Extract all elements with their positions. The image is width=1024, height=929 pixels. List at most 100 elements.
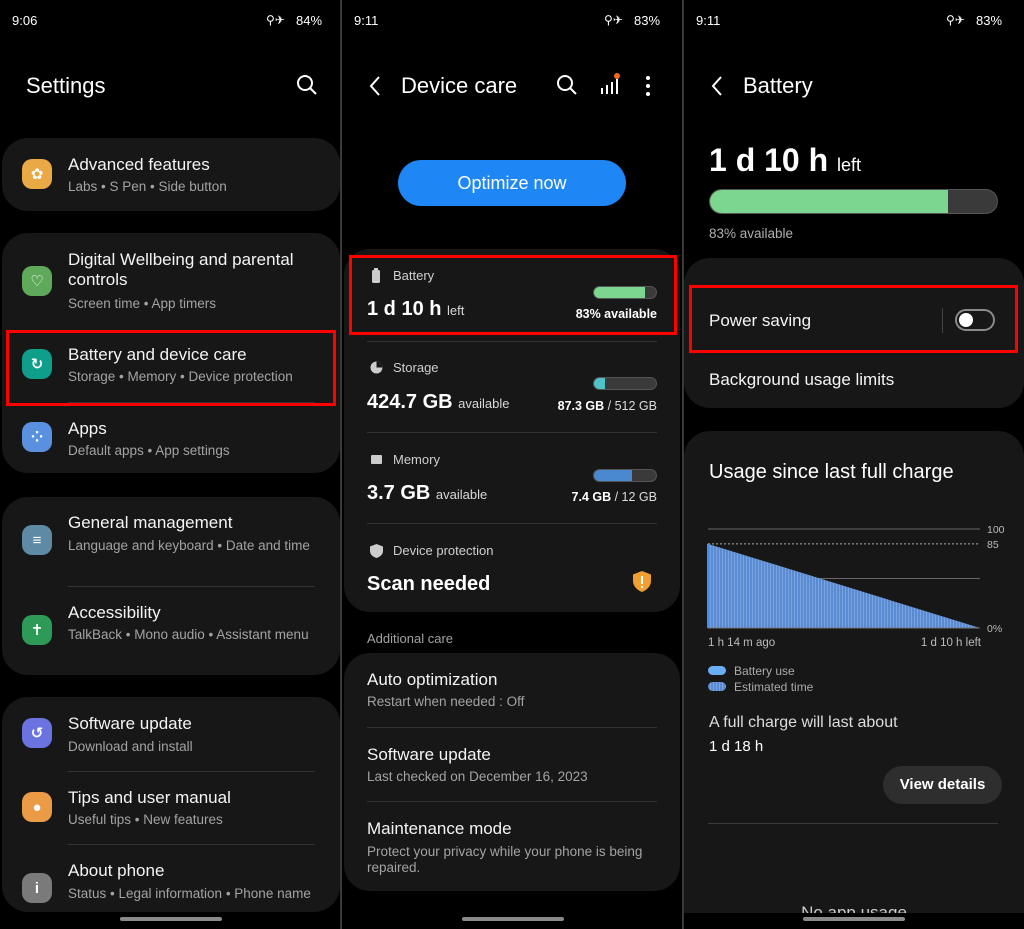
more-options-icon[interactable] — [644, 75, 652, 97]
full-charge-label: A full charge will last about — [709, 714, 898, 731]
home-indicator[interactable] — [120, 917, 222, 921]
y-tick-label: 85 — [987, 539, 999, 551]
status-battery: 83% — [976, 13, 1003, 28]
care-item-title: Software update — [367, 745, 491, 764]
item-subtitle: Useful tips • New features — [68, 812, 223, 827]
back-icon[interactable] — [710, 75, 724, 97]
memory-icon — [371, 455, 382, 464]
care-item-title: Auto optimization — [367, 670, 498, 689]
settings-screen: 9:06 ⚲✈ 84% Settings ✿ Advanced features… — [0, 0, 341, 929]
item-title: Tips and user manual — [68, 788, 231, 807]
diagnostics-icon[interactable] — [600, 72, 620, 96]
nav-bar — [684, 913, 1024, 929]
accessibility-icon: ✝ — [22, 615, 52, 645]
divider — [367, 432, 657, 433]
page-title: Battery — [743, 73, 813, 98]
battery-remaining: 1 d 10 h left — [709, 142, 862, 178]
lightbulb-icon: ● — [22, 792, 52, 822]
legend-estimated-time: Estimated time — [734, 680, 814, 694]
care-item-title: Maintenance mode — [367, 819, 512, 838]
item-subtitle: Screen time • App timers — [68, 296, 217, 311]
status-time: 9:06 — [12, 13, 38, 28]
device-care-screen: 9:11 ⚲✈ 83% Device care Optimize now Bat… — [342, 0, 682, 929]
item-title: Software update — [68, 714, 192, 733]
legend-battery-use: Battery use — [734, 664, 795, 678]
care-item-subtitle: Last checked on December 16, 2023 — [367, 769, 588, 784]
y-tick-label: 0% — [987, 623, 1002, 635]
back-icon[interactable] — [368, 75, 382, 97]
search-icon[interactable] — [556, 74, 578, 96]
highlight-box — [689, 285, 1018, 353]
item-title: Accessibility — [68, 603, 161, 622]
home-indicator[interactable] — [803, 917, 905, 921]
background-usage-limits[interactable]: Background usage limits — [709, 370, 894, 390]
divider — [708, 823, 998, 824]
divider — [367, 341, 657, 342]
care-item-subtitle: Protect your privacy while your phone is… — [367, 844, 643, 875]
care-item-subtitle: Restart when needed : Off — [367, 694, 525, 709]
search-icon[interactable] — [296, 74, 318, 96]
info-icon: i — [22, 873, 52, 903]
item-subtitle: Default apps • App settings — [68, 443, 230, 458]
sliders-icon: ≡ — [22, 525, 52, 555]
device-protection-label: Device protection — [393, 543, 494, 558]
y-tick-label: 100 — [987, 524, 1005, 536]
status-icons: ⚲✈ — [604, 13, 623, 27]
status-icons: ⚲✈ — [266, 13, 285, 27]
status-time: 9:11 — [354, 13, 379, 28]
battery-screen: 9:11 ⚲✈ 83% Battery 1 d 10 h left 83% av… — [684, 0, 1024, 929]
item-title: About phone — [68, 861, 165, 880]
memory-bar — [593, 469, 657, 482]
divider — [367, 801, 657, 802]
memory-value: 3.7 GB available — [367, 482, 488, 504]
storage-value: 424.7 GB available — [367, 391, 510, 413]
optimize-now-button[interactable]: Optimize now — [398, 160, 626, 206]
estimated-time-area — [708, 543, 980, 628]
advanced-features-icon: ✿ — [22, 159, 52, 189]
legend-estimated-swatch — [708, 682, 726, 691]
warning-shield-icon — [633, 571, 651, 592]
legend-battery-use-swatch — [708, 666, 726, 675]
status-time: 9:11 — [696, 13, 721, 28]
divider — [68, 771, 315, 772]
view-details-button[interactable]: View details — [883, 766, 1002, 804]
item-subtitle: Language and keyboard • Date and time — [68, 538, 310, 553]
storage-detail: 87.3 GB / 512 GB — [557, 399, 657, 413]
storage-bar — [593, 377, 657, 390]
item-title: Digital Wellbeing and parental controls — [68, 250, 294, 289]
item-subtitle: Labs • S Pen • Side button — [68, 179, 227, 194]
usage-title: Usage since last full charge — [709, 461, 954, 483]
status-icons: ⚲✈ — [946, 13, 965, 27]
home-indicator[interactable] — [462, 917, 564, 921]
status-battery: 83% — [634, 13, 661, 28]
divider — [68, 844, 315, 845]
item-title: Apps — [68, 419, 107, 438]
x-label-start: 1 h 14 m ago — [708, 637, 775, 649]
highlight-box — [349, 255, 677, 335]
memory-detail: 7.4 GB / 12 GB — [571, 490, 657, 504]
divider — [68, 586, 315, 587]
item-subtitle: Status • Legal information • Phone name — [68, 886, 311, 901]
page-title: Settings — [26, 73, 106, 98]
shield-icon — [370, 544, 383, 558]
storage-label: Storage — [393, 360, 439, 375]
item-title: Advanced features — [68, 155, 210, 174]
device-protection-value: Scan needed — [367, 573, 491, 595]
item-title: General management — [68, 513, 233, 532]
storage-icon — [370, 361, 383, 374]
item-subtitle: TalkBack • Mono audio • Assistant menu — [68, 627, 309, 642]
memory-label: Memory — [393, 452, 440, 467]
highlight-box — [6, 330, 336, 406]
software-update-icon: ↺ — [22, 718, 52, 748]
apps-icon: ⁘ — [22, 422, 52, 452]
divider — [367, 727, 657, 728]
additional-care-heading: Additional care — [367, 631, 453, 646]
full-charge-value: 1 d 18 h — [709, 738, 764, 755]
item-subtitle: Download and install — [68, 739, 193, 754]
usage-chart: 100 85 0% 1 h 14 m ago 1 d 10 h left — [707, 524, 1005, 649]
x-label-end: 1 d 10 h left — [921, 637, 982, 649]
battery-available: 83% available — [709, 226, 794, 241]
page-title: Device care — [401, 73, 518, 98]
status-battery: 84% — [296, 13, 323, 28]
battery-level-bar — [709, 189, 998, 214]
